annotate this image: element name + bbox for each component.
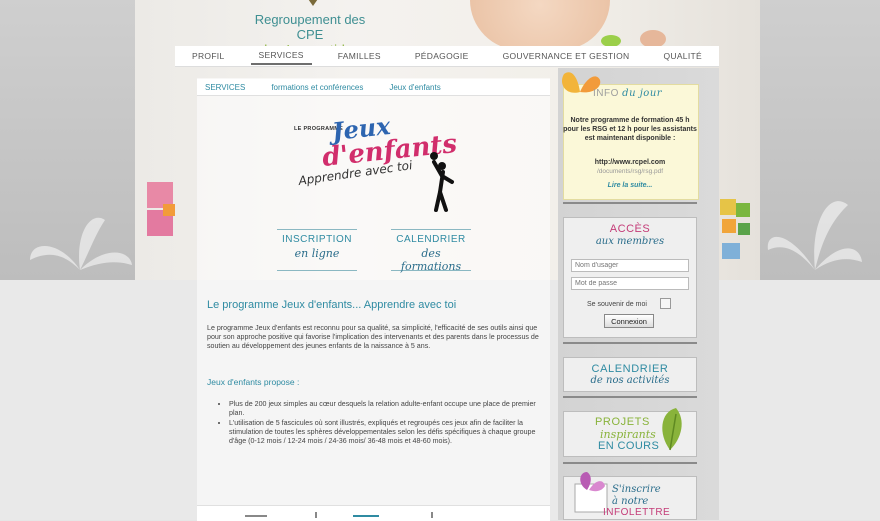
inscription-button[interactable]: INSCRIPTION en ligne [277, 229, 357, 271]
footer-mark [315, 512, 317, 518]
sidebar-divider [563, 342, 697, 344]
projects-label-c: EN COURS [598, 440, 660, 452]
toy-blocks-icon [147, 182, 175, 236]
remember-me-label: Se souvenir de moi [587, 301, 647, 308]
calendar-activities-label: CALENDRIER [591, 363, 669, 375]
breadcrumb-services[interactable]: SERVICES [205, 83, 245, 92]
info-title-b: du jour [622, 88, 663, 99]
article-subtitle: Jeux d'enfants propose : [207, 377, 300, 387]
newsletter-label-c: INFOLETTRE [603, 507, 671, 518]
login-button[interactable]: Connexion [604, 314, 654, 328]
info-link-path[interactable]: /documents/rsg/rsg.pdf [563, 168, 697, 175]
calendar-formations-sublabel: des formations [400, 247, 462, 273]
nav-item-qualite[interactable]: QUALITÉ [655, 48, 709, 64]
remember-me-checkbox[interactable] [660, 298, 671, 309]
password-input[interactable] [571, 277, 689, 290]
calendar-activities-sublabel: de nos activités [590, 375, 670, 386]
juggler-figure-icon [430, 152, 454, 212]
nav-item-gouvernance[interactable]: GOUVERNANCE ET GESTION [495, 48, 638, 64]
nav-item-profil[interactable]: PROFIL [184, 48, 233, 64]
calendar-formations-button[interactable]: CALENDRIER des formations [391, 229, 471, 273]
list-item: Plus de 200 jeux simples au cœur desquel… [229, 400, 541, 418]
logo-line1: Regroupement des CPE [254, 12, 366, 42]
breadcrumb: SERVICES formations et conférences Jeux … [197, 79, 550, 96]
info-title: INFO du jour [593, 88, 662, 99]
sidebar-divider [563, 462, 697, 464]
breadcrumb-jeux[interactable]: Jeux d'enfants [389, 83, 440, 92]
footer-mark [431, 512, 433, 518]
info-link[interactable]: http://www.rcpel.com [563, 159, 697, 166]
site-logo[interactable]: Regroupement des CPE des Laurentides [240, 0, 380, 57]
footer-mark [245, 515, 267, 517]
flower-decoration-icon [767, 201, 862, 270]
page-title: Le programme Jeux d'enfants... Apprendre… [207, 299, 457, 311]
program-logo: LE PROGRAMME Jeux d'enfants Apprendre av… [290, 110, 460, 220]
username-input[interactable] [571, 259, 689, 272]
read-more-link[interactable]: Lire la suite... [563, 182, 697, 189]
nav-item-services[interactable]: SERVICES [250, 47, 312, 65]
breadcrumb-formations[interactable]: formations et conférences [271, 83, 363, 92]
newsletter-label-b: à notre [612, 496, 649, 507]
calendar-formations-label: CALENDRIER [396, 234, 466, 245]
inscription-label: INSCRIPTION [282, 234, 352, 245]
footer-mark [353, 515, 379, 517]
login-subtitle: aux membres [595, 236, 665, 247]
main-navigation: PROFIL SERVICES FAMILLES PÉDAGOGIE GOUVE… [175, 46, 719, 67]
leaf-icon [662, 408, 682, 451]
info-title-a: INFO [593, 88, 619, 99]
login-title: ACCÈS [609, 223, 651, 235]
nav-item-pedagogie[interactable]: PÉDAGOGIE [407, 48, 477, 64]
flower-decoration-icon [30, 217, 132, 270]
nav-item-familles[interactable]: FAMILLES [330, 48, 389, 64]
sidebar-divider [563, 396, 697, 398]
projects-label-a: PROJETS [595, 416, 650, 428]
inscription-sublabel: en ligne [294, 247, 340, 260]
leaf-logo-icon [308, 0, 318, 6]
sidebar-divider [563, 202, 697, 204]
list-item: L'utilisation de 5 fascicules où sont il… [229, 419, 541, 446]
content-footer-strip [197, 505, 550, 521]
article-bullets: Plus de 200 jeux simples au cœur desquel… [207, 400, 541, 447]
toy-stack-icon [720, 199, 750, 259]
newsletter-label-a: S'inscrire [612, 484, 661, 495]
article-paragraph: Le programme Jeux d'enfants est reconnu … [207, 324, 539, 350]
info-text: Notre programme de formation 45 h pour l… [563, 117, 697, 142]
